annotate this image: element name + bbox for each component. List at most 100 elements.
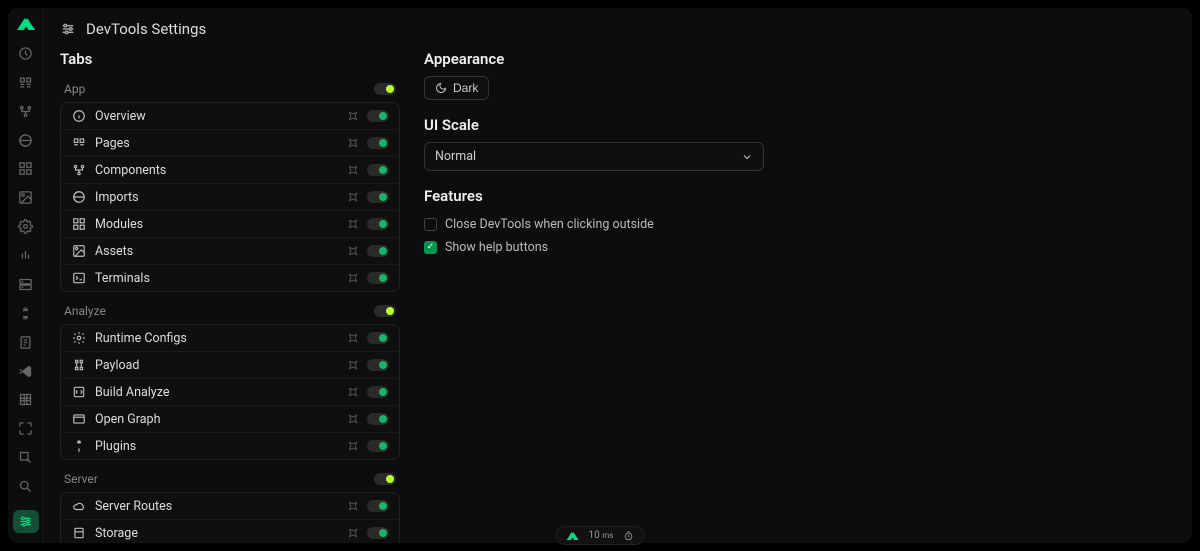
- category-server-label: Server: [64, 472, 98, 486]
- nuxt-logo-icon[interactable]: [17, 18, 35, 30]
- checkbox-close-outside[interactable]: [424, 218, 437, 231]
- category-app-toggle[interactable]: [374, 83, 396, 95]
- imports-nav-icon[interactable]: [13, 129, 39, 152]
- category-analyze-toggle[interactable]: [374, 305, 396, 317]
- vscode-nav-icon[interactable]: [13, 360, 39, 383]
- inspect-nav-icon[interactable]: [13, 446, 39, 469]
- item-runtime-toggle[interactable]: [367, 332, 389, 344]
- assets-nav-icon[interactable]: [13, 186, 39, 209]
- settings-gear-icon[interactable]: [13, 215, 39, 238]
- feature-close-outside-label: Close DevTools when clicking outside: [445, 217, 654, 232]
- ui-scale-heading: UI Scale: [424, 116, 764, 134]
- item-imports: Imports: [61, 184, 399, 211]
- feature-show-help[interactable]: Show help buttons: [424, 236, 764, 259]
- item-components-label: Components: [95, 163, 339, 178]
- item-pages-toggle[interactable]: [367, 137, 389, 149]
- group-server: Server Routes Storage: [60, 492, 400, 543]
- item-plugins-toggle[interactable]: [367, 440, 389, 452]
- item-imports-toggle[interactable]: [367, 191, 389, 203]
- item-runtime-configs: Runtime Configs: [61, 325, 399, 352]
- settings-active-icon[interactable]: [13, 510, 39, 533]
- group-app: Overview Pages Components: [60, 102, 400, 292]
- server-nav-icon[interactable]: [13, 273, 39, 296]
- item-assets-toggle[interactable]: [367, 245, 389, 257]
- imports-icon: [71, 189, 87, 205]
- pin-icon[interactable]: [345, 357, 362, 374]
- pin-icon[interactable]: [345, 243, 362, 260]
- item-open-graph: Open Graph: [61, 406, 399, 433]
- item-plugins: Plugins: [61, 433, 399, 459]
- pin-icon[interactable]: [345, 384, 362, 401]
- item-payload-toggle[interactable]: [367, 359, 389, 371]
- item-server-routes-toggle[interactable]: [367, 500, 389, 512]
- item-server-routes-label: Server Routes: [95, 499, 339, 514]
- cloud-icon: [71, 498, 87, 514]
- item-overview-toggle[interactable]: [367, 110, 389, 122]
- item-server-routes: Server Routes: [61, 493, 399, 520]
- item-payload: Payload: [61, 352, 399, 379]
- item-storage-toggle[interactable]: [367, 527, 389, 539]
- sidebar: [8, 8, 44, 543]
- item-modules-toggle[interactable]: [367, 218, 389, 230]
- docs-nav-icon[interactable]: [13, 331, 39, 354]
- item-storage: Storage: [61, 520, 399, 543]
- pages-icon: [71, 135, 87, 151]
- category-server-toggle[interactable]: [374, 473, 396, 485]
- theme-label: Dark: [453, 81, 478, 95]
- components-nav-icon[interactable]: [13, 100, 39, 123]
- payload-icon: [71, 357, 87, 373]
- pin-icon[interactable]: [345, 108, 362, 125]
- grid-nav-icon[interactable]: [13, 389, 39, 412]
- item-components: Components: [61, 157, 399, 184]
- search-nav-icon[interactable]: [13, 475, 39, 498]
- components-icon: [71, 162, 87, 178]
- overview-nav-icon[interactable]: [13, 42, 39, 65]
- category-analyze-label: Analyze: [64, 304, 106, 318]
- item-og-toggle[interactable]: [367, 413, 389, 425]
- terminal-icon: [71, 270, 87, 286]
- checkbox-show-help[interactable]: [424, 241, 437, 254]
- plugin-nav-icon[interactable]: [13, 302, 39, 325]
- group-analyze: Runtime Configs Payload Build Analyze: [60, 324, 400, 460]
- item-plugins-label: Plugins: [95, 439, 339, 454]
- pages-nav-icon[interactable]: [13, 71, 39, 94]
- pin-icon[interactable]: [345, 411, 362, 428]
- storage-icon: [71, 525, 87, 541]
- pin-icon[interactable]: [345, 498, 362, 515]
- chevron-down-icon: [741, 151, 753, 163]
- category-app: App: [60, 76, 400, 102]
- pin-icon[interactable]: [345, 330, 362, 347]
- modules-icon: [71, 216, 87, 232]
- modules-nav-icon[interactable]: [13, 158, 39, 181]
- plugins-icon: [71, 438, 87, 454]
- item-build-label: Build Analyze: [95, 385, 339, 400]
- item-assets-label: Assets: [95, 244, 339, 259]
- category-server: Server: [60, 466, 400, 492]
- moon-icon: [435, 82, 447, 94]
- item-build-toggle[interactable]: [367, 386, 389, 398]
- feature-close-outside[interactable]: Close DevTools when clicking outside: [424, 213, 764, 236]
- analyze-nav-icon[interactable]: [13, 244, 39, 267]
- pin-icon[interactable]: [345, 216, 362, 233]
- pin-icon[interactable]: [345, 162, 362, 179]
- devtools-floating-pill[interactable]: 10 ms: [556, 526, 645, 545]
- theme-toggle-button[interactable]: Dark: [424, 76, 489, 100]
- item-overview: Overview: [61, 103, 399, 130]
- item-terminals: Terminals: [61, 265, 399, 291]
- ui-scale-select[interactable]: Normal: [424, 142, 764, 171]
- hooks-nav-icon[interactable]: [13, 417, 39, 440]
- pin-icon[interactable]: [345, 189, 362, 206]
- item-assets: Assets: [61, 238, 399, 265]
- page-title: DevTools Settings: [86, 20, 206, 38]
- category-analyze: Analyze: [60, 298, 400, 324]
- sliders-icon: [60, 21, 76, 37]
- pin-icon[interactable]: [345, 135, 362, 152]
- item-terminals-toggle[interactable]: [367, 272, 389, 284]
- features-heading: Features: [424, 187, 764, 205]
- ui-scale-value: Normal: [435, 149, 476, 164]
- pin-icon[interactable]: [345, 438, 362, 455]
- item-components-toggle[interactable]: [367, 164, 389, 176]
- item-terminals-label: Terminals: [95, 271, 339, 286]
- pin-icon[interactable]: [345, 270, 362, 287]
- pin-icon[interactable]: [345, 525, 362, 542]
